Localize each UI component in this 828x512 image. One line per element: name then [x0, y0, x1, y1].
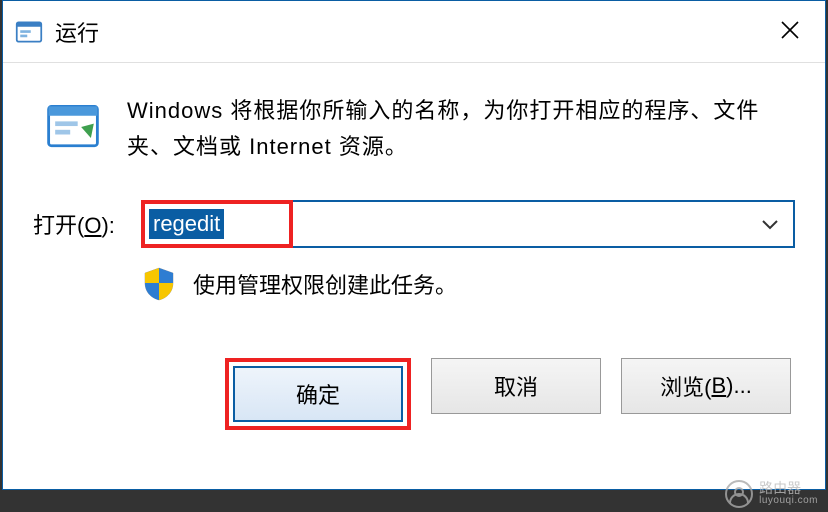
description-row: Windows 将根据你所输入的名称，为你打开相应的程序、文件夹、文档或 Int… — [33, 93, 795, 166]
open-field-row: 打开(O): regedit — [33, 200, 795, 248]
dialog-body: Windows 将根据你所输入的名称，为你打开相应的程序、文件夹、文档或 Int… — [3, 63, 825, 440]
uac-shield-icon — [141, 266, 177, 302]
browse-button[interactable]: 浏览(B)... — [621, 358, 791, 414]
cancel-button[interactable]: 取消 — [431, 358, 601, 414]
description-text: Windows 将根据你所输入的名称，为你打开相应的程序、文件夹、文档或 Int… — [127, 93, 795, 166]
watermark-sub: luyouqi.com — [759, 496, 818, 507]
chevron-down-icon[interactable] — [761, 218, 779, 230]
run-combobox[interactable]: regedit — [141, 200, 795, 248]
run-dialog-window: 运行 Windows 将根据你所输入的名称，为你打开相应的程序、文件夹、文档或 … — [2, 0, 826, 490]
open-label: 打开(O): — [33, 208, 131, 240]
admin-note-text: 使用管理权限创建此任务。 — [193, 268, 457, 300]
close-button[interactable] — [755, 1, 825, 59]
ok-button[interactable]: 确定 — [233, 366, 403, 422]
run-large-icon — [43, 97, 103, 157]
run-icon — [15, 18, 43, 46]
annotation-highlight-ok: 确定 — [225, 358, 411, 430]
titlebar: 运行 — [3, 1, 825, 63]
admin-note-row: 使用管理权限创建此任务。 — [141, 266, 795, 302]
run-input-value[interactable]: regedit — [149, 209, 224, 239]
window-title: 运行 — [55, 16, 99, 48]
button-row: 确定 取消 浏览(B)... — [33, 358, 795, 430]
